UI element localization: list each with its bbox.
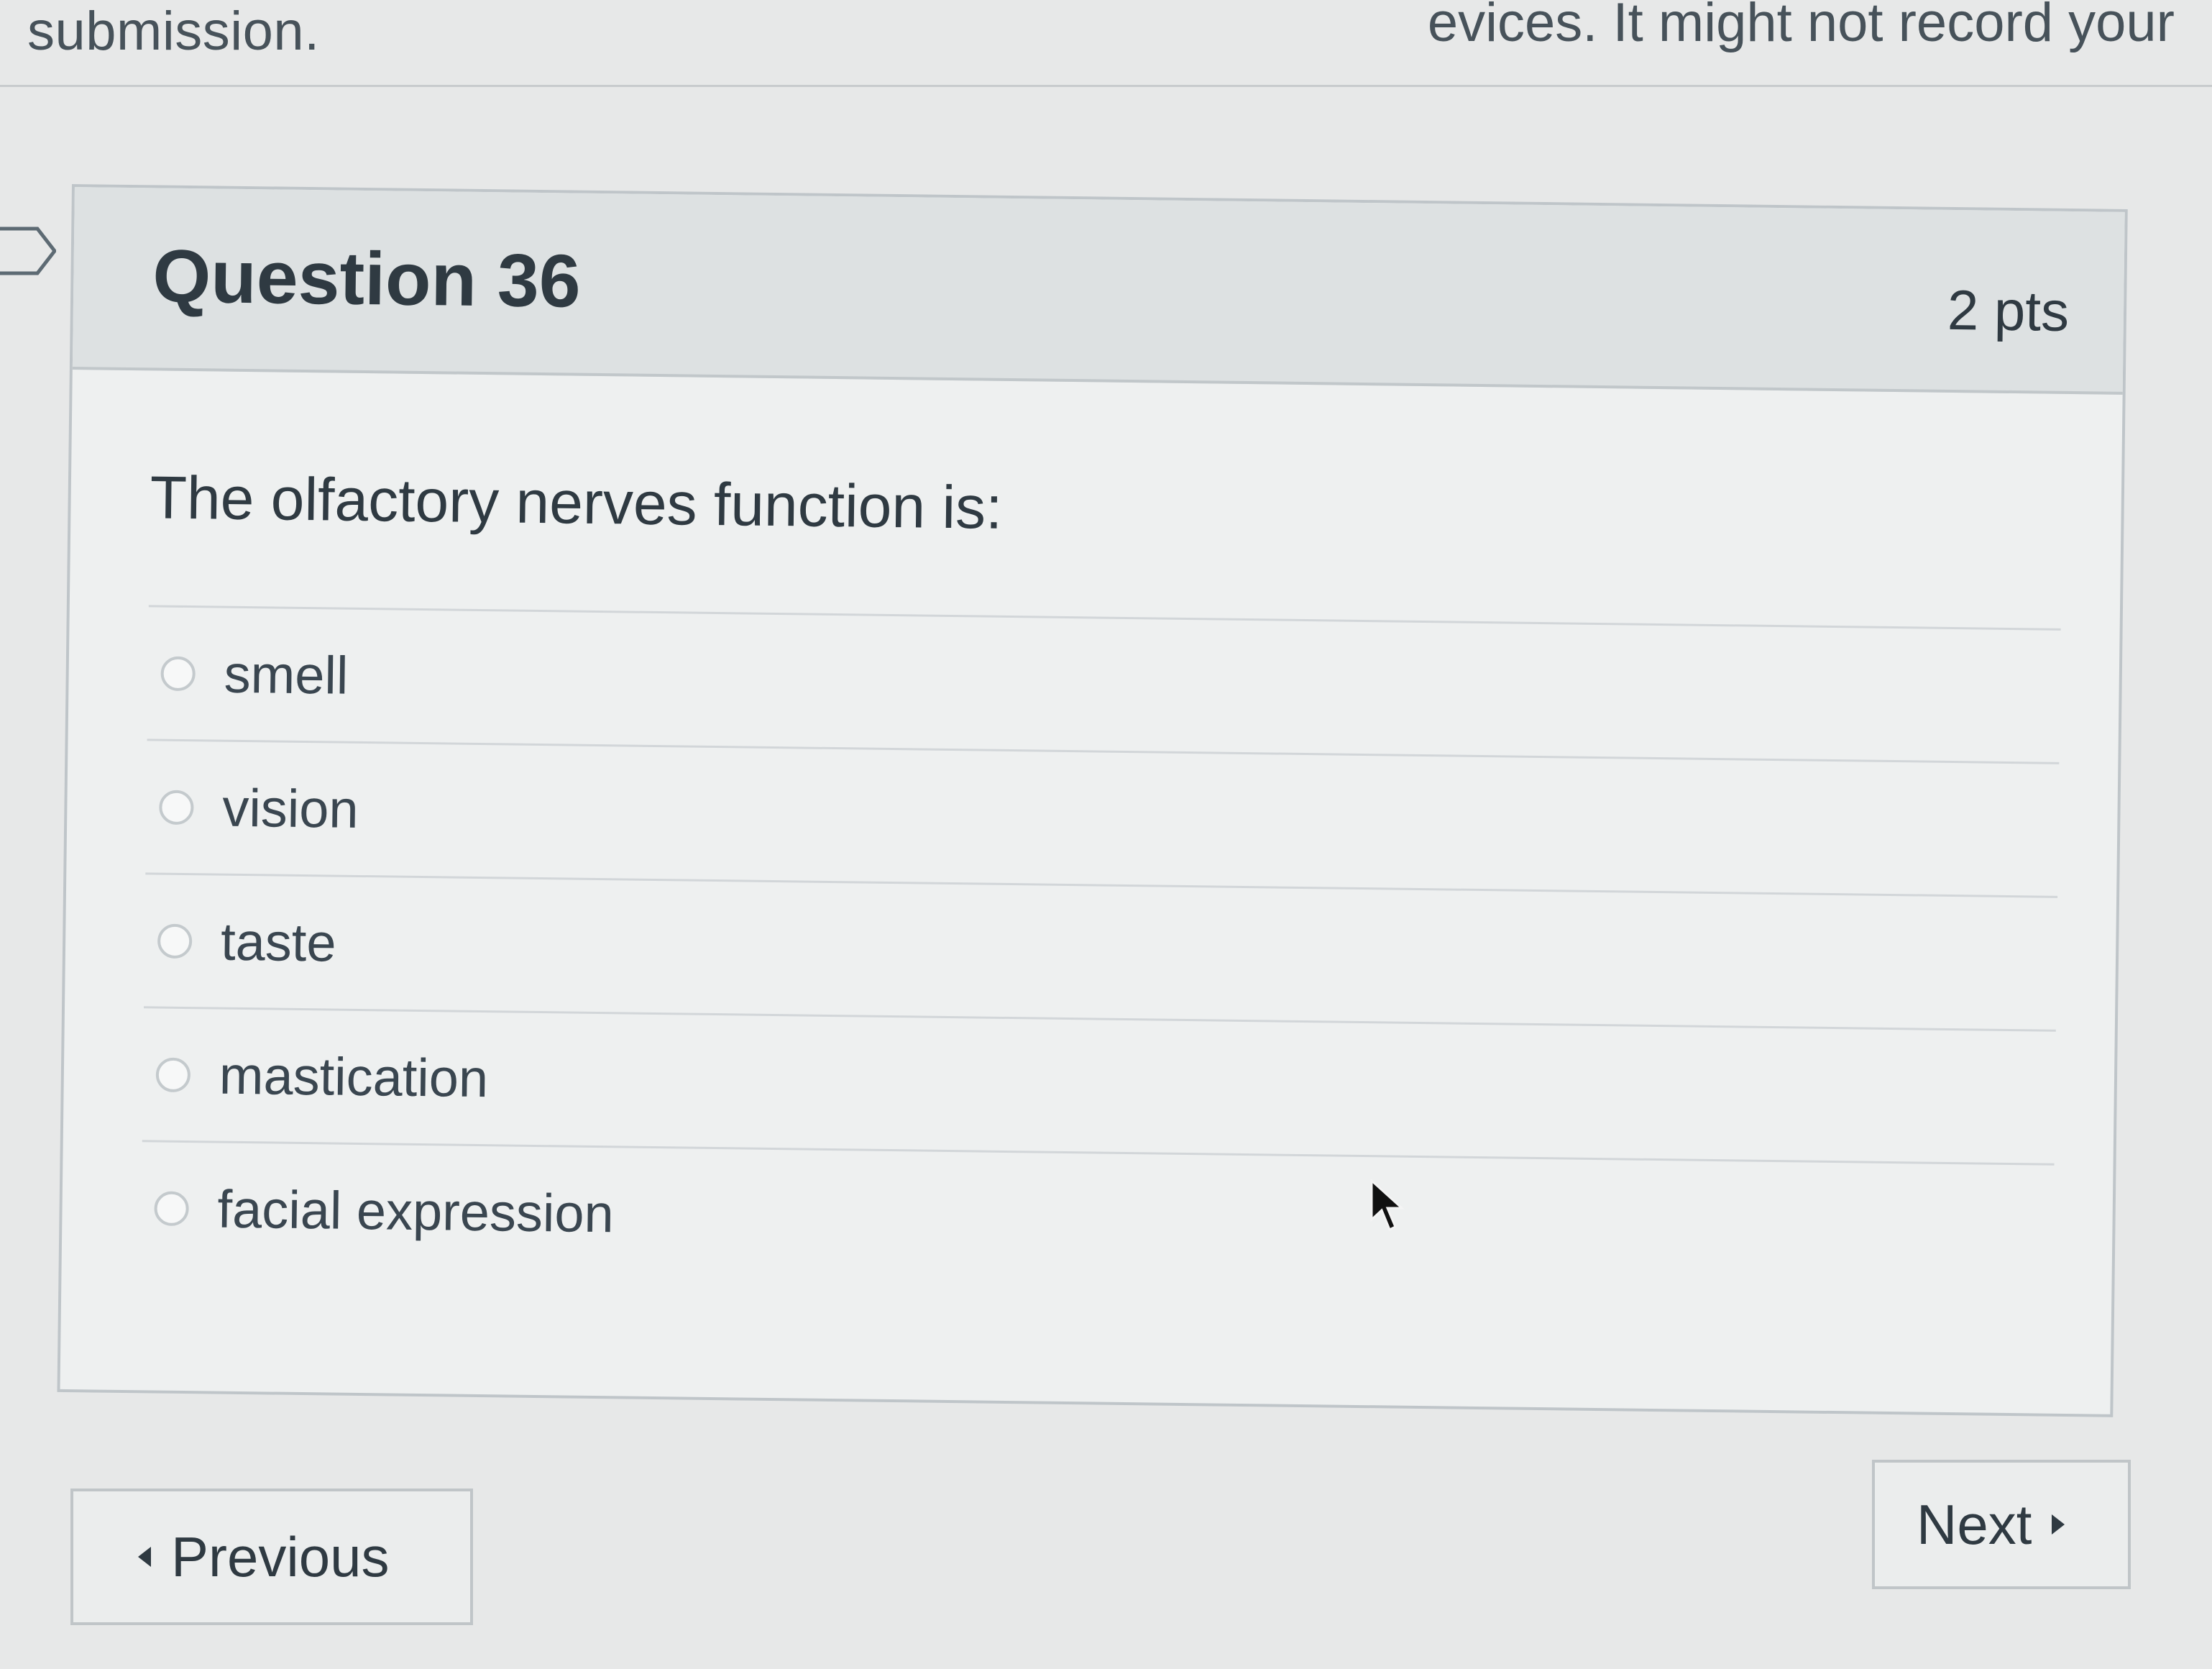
question-card: Question 36 2 pts The olfactory nerves f…: [57, 184, 2128, 1417]
answer-option-vision[interactable]: vision: [145, 739, 2060, 897]
radio-button[interactable]: [155, 1057, 191, 1092]
question-text: The olfactory nerves function is:: [150, 463, 1004, 541]
bookmark-icon: [0, 227, 56, 275]
radio-button[interactable]: [159, 790, 194, 826]
question-body: The olfactory nerves function is: smell …: [61, 370, 2122, 1298]
radio-button[interactable]: [154, 1191, 189, 1226]
chevron-right-icon: [2052, 1514, 2065, 1535]
previous-button[interactable]: Previous: [70, 1489, 473, 1625]
next-button[interactable]: Next: [1872, 1460, 2131, 1589]
question-title: Question 36: [152, 234, 582, 324]
answer-option-facial-expression[interactable]: facial expression: [140, 1140, 2055, 1298]
answer-label: vision: [221, 777, 359, 839]
question-header: Question 36 2 pts: [72, 187, 2125, 395]
radio-button[interactable]: [160, 656, 196, 692]
chevron-left-icon: [138, 1547, 151, 1567]
top-divider: [0, 85, 2212, 87]
question-points: 2 pts: [1947, 278, 2070, 343]
previous-label: Previous: [171, 1524, 390, 1588]
mouse-cursor-icon: [1370, 1179, 1405, 1231]
next-label: Next: [1917, 1492, 2032, 1556]
answer-option-mastication[interactable]: mastication: [142, 1006, 2056, 1164]
radio-button[interactable]: [157, 923, 193, 959]
answer-option-smell[interactable]: smell: [147, 605, 2061, 763]
answer-label: mastication: [219, 1045, 489, 1109]
submission-note: submission.: [27, 1, 320, 62]
answer-list: smell vision taste mastication facial ex…: [140, 605, 2061, 1298]
answer-label: taste: [220, 911, 337, 973]
device-warning-text: evices. It might not record your: [1427, 0, 2175, 53]
answer-label: smell: [224, 644, 349, 705]
answer-label: facial expression: [217, 1179, 615, 1244]
answer-option-taste[interactable]: taste: [144, 872, 2058, 1030]
